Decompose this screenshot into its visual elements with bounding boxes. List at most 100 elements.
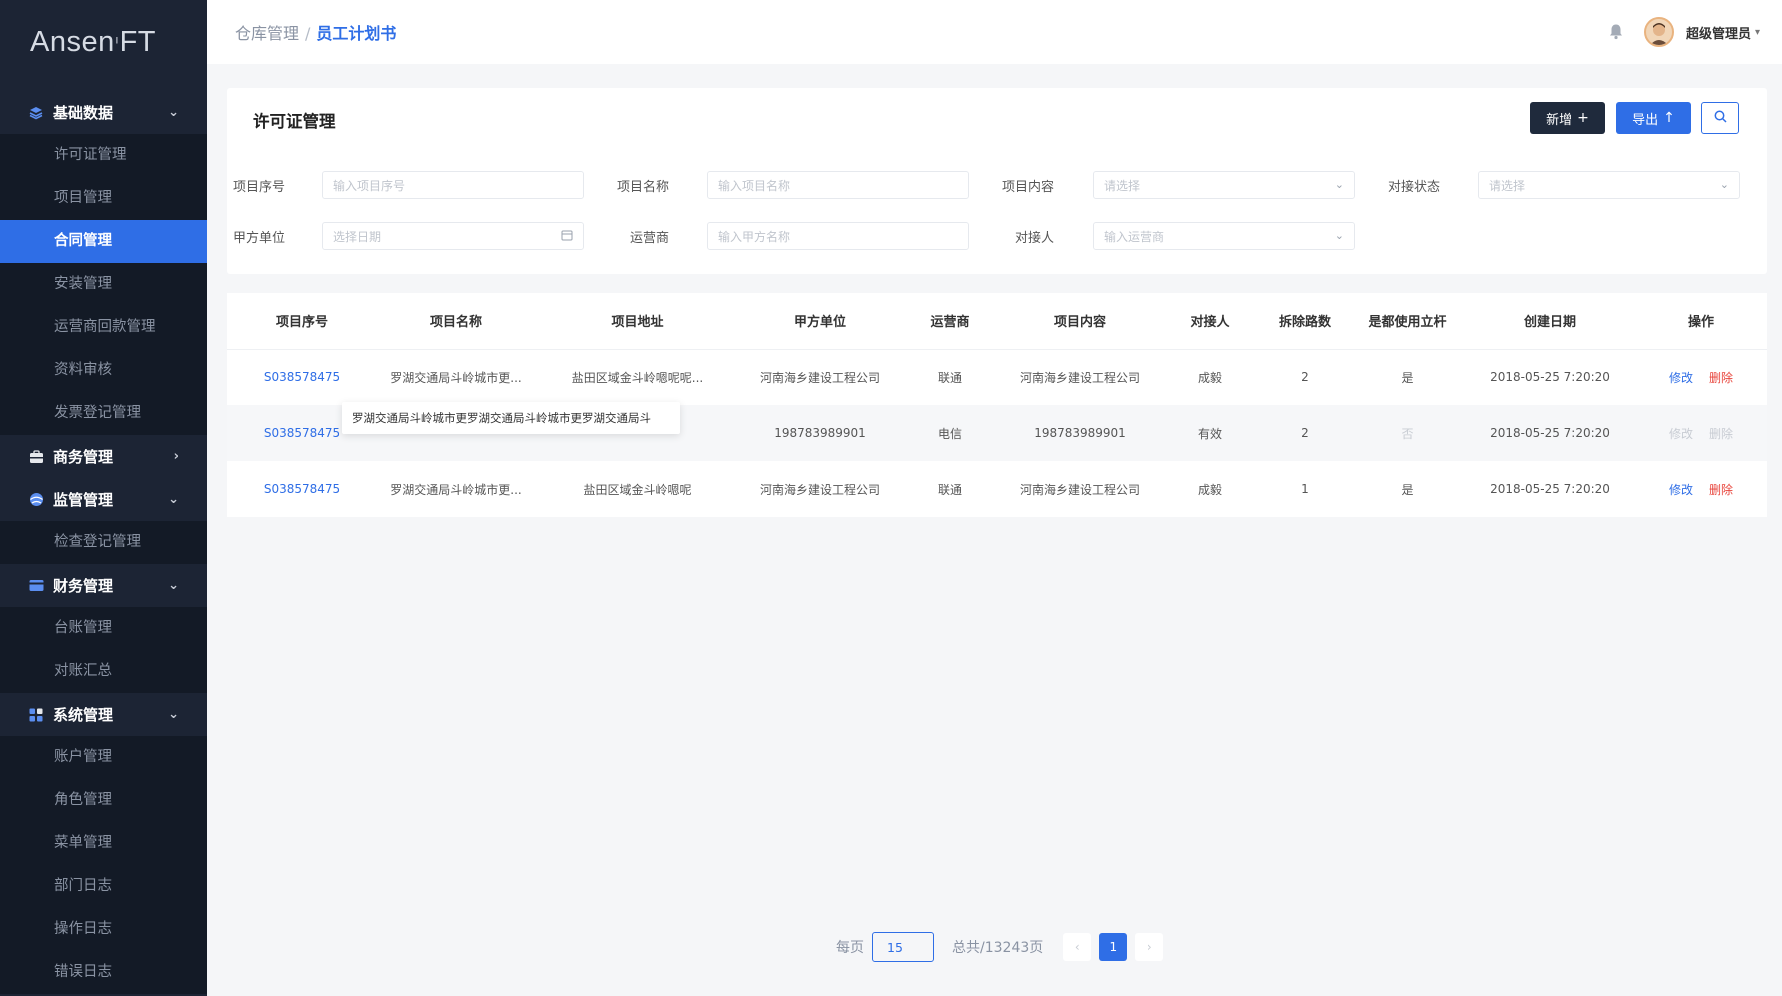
search-button[interactable] [1701, 102, 1739, 134]
layers-icon [28, 105, 44, 121]
cell-actions: 修改 删除 [1635, 405, 1767, 461]
operator-input[interactable]: 输入甲方名称 [707, 222, 969, 250]
nav-item-dept-log[interactable]: 部门日志 [0, 865, 207, 908]
subnav-basic-data: 许可证管理 项目管理 合同管理 安装管理 运营商回款管理 资料审核 发票登记管理 [0, 134, 207, 435]
col-header: 项目内容 [1000, 293, 1160, 350]
page-title: 许可证管理 [253, 112, 336, 131]
nav-item-reconcile[interactable]: 对账汇总 [0, 650, 207, 693]
table-row: S038578475 罗湖交通局斗岭城市更... 盐田区域金斗岭嗯呢呢... 河… [227, 349, 1767, 405]
nav-item-op-log[interactable]: 操作日志 [0, 908, 207, 951]
nav-item-menus[interactable]: 菜单管理 [0, 822, 207, 865]
per-page-input[interactable]: 15 [872, 932, 934, 962]
nav-item-contract[interactable]: 合同管理 [0, 220, 207, 263]
cell-operator: 联通 [937, 482, 962, 497]
chevron-left-icon: ‹ [1074, 940, 1080, 954]
cell-pole: 否 [1350, 405, 1465, 461]
connect-status-label: 对接状态 [1387, 180, 1440, 195]
breadcrumb-separator: / [305, 24, 311, 43]
add-button[interactable]: 新增 + [1530, 102, 1605, 134]
arrow-up-icon: ↑ [1663, 110, 1675, 126]
nav-item-ledger[interactable]: 台账管理 [0, 607, 207, 650]
cell-content: 198783989901 [1000, 405, 1160, 461]
project-no-input[interactable]: 输入项目序号 [322, 171, 584, 199]
export-button[interactable]: 导出 ↑ [1616, 102, 1691, 134]
cell-address: 盐田区域金斗岭嗯呢 [583, 482, 692, 497]
nav-item-accounts[interactable]: 账户管理 [0, 736, 207, 779]
nav-group-system[interactable]: 系统管理 ⌄ [0, 693, 207, 736]
col-header: 拆除路数 [1260, 293, 1350, 350]
nav-group-label: 基础数据 [53, 104, 114, 122]
project-content-select[interactable]: 请选择 ⌄ [1093, 171, 1355, 199]
table-header-row: 项目序号 项目名称 项目地址 甲方单位 运营商 项目内容 对接人 拆除路数 是都… [227, 293, 1767, 350]
logo: Ansen ᴵ FT [0, 0, 207, 84]
export-button-label: 导出 [1632, 112, 1659, 128]
delete-link[interactable]: 删除 [1709, 371, 1733, 385]
nav-group-finance[interactable]: 财务管理 ⌄ [0, 564, 207, 607]
cell-count: 1 [1301, 482, 1309, 496]
cell-project-name: 罗湖交通局斗岭城市更... [390, 482, 522, 497]
cell-content: 河南海乡建设工程公司 [1019, 370, 1140, 385]
nav-item-doc-review[interactable]: 资料审核 [0, 349, 207, 392]
nav-item-error-log[interactable]: 错误日志 [0, 951, 207, 994]
chevron-down-icon: ⌄ [168, 707, 179, 722]
caret-down-icon[interactable]: ▾ [1755, 27, 1760, 38]
cell-project-no[interactable]: S038578475 [227, 349, 377, 405]
edit-link[interactable]: 修改 [1669, 371, 1693, 385]
delete-link[interactable]: 删除 [1709, 483, 1733, 497]
avatar[interactable] [1643, 17, 1674, 47]
add-button-label: 新增 [1546, 112, 1573, 128]
nav-group-label: 商务管理 [53, 448, 114, 466]
subnav-finance: 台账管理 对账汇总 [0, 607, 207, 693]
bell-icon[interactable] [1608, 23, 1626, 41]
cell-party-a: 198783989901 [740, 405, 900, 461]
edit-link[interactable]: 修改 [1669, 427, 1693, 441]
cell-project-no[interactable]: S038578475 [227, 461, 377, 517]
nav-item-inspection[interactable]: 检查登记管理 [0, 521, 207, 564]
edit-link[interactable]: 修改 [1669, 483, 1693, 497]
chevron-right-icon: › [1146, 940, 1152, 954]
nav-group-business[interactable]: 商务管理 › [0, 435, 207, 478]
col-header: 操作 [1635, 293, 1767, 350]
cell-date: 2018-05-25 7:20:20 [1465, 405, 1635, 461]
nav-group-label: 系统管理 [53, 706, 114, 724]
cell-operator: 联通 [937, 370, 962, 385]
nav-item-roles[interactable]: 角色管理 [0, 779, 207, 822]
contact-select[interactable]: 输入运营商 ⌄ [1093, 222, 1355, 250]
connect-status-select[interactable]: 请选择 ⌄ [1478, 171, 1740, 199]
cell-date: 2018-05-25 7:20:20 [1490, 482, 1610, 496]
briefcase-icon [28, 449, 44, 465]
cell-pole: 是 [1401, 482, 1414, 497]
nav-item-operator-payment[interactable]: 运营商回款管理 [0, 306, 207, 349]
cell-party-a: 河南海乡建设工程公司 [759, 482, 880, 497]
nav-item-invoice[interactable]: 发票登记管理 [0, 392, 207, 435]
top-header: 仓库管理 / 员工计划书 超级管理员 ▾ [207, 0, 1782, 64]
user-name[interactable]: 超级管理员 [1686, 23, 1751, 42]
party-a-date-input[interactable]: 选择日期 [322, 222, 584, 250]
breadcrumb: 仓库管理 / 员工计划书 [235, 20, 396, 44]
prev-page-button[interactable]: ‹ [1063, 933, 1092, 961]
subnav-system: 账户管理 角色管理 菜单管理 部门日志 操作日志 错误日志 [0, 736, 207, 994]
chevron-right-icon: › [173, 449, 179, 464]
nav-group-supervision[interactable]: 监管管理 ⌄ [0, 478, 207, 521]
cell-project-name: 罗湖交通局斗岭城市更... [390, 370, 522, 385]
chevron-down-icon: ⌄ [168, 492, 179, 507]
col-header: 项目序号 [227, 293, 377, 350]
logo-text: Ansen [30, 25, 115, 58]
chevron-down-icon: ⌄ [1719, 178, 1729, 191]
cell-operator: 电信 [900, 405, 1000, 461]
card-icon [28, 578, 44, 594]
logo-suffix: FT [119, 25, 157, 58]
next-page-button[interactable]: › [1135, 933, 1164, 961]
cell-tooltip: 罗湖交通局斗岭城市更罗湖交通局斗岭城市更罗湖交通局斗 [342, 402, 680, 434]
delete-link[interactable]: 删除 [1709, 427, 1733, 441]
nav-group-basic-data[interactable]: 基础数据 ⌄ [0, 91, 207, 134]
project-content-label: 项目内容 [1001, 180, 1054, 195]
breadcrumb-parent[interactable]: 仓库管理 [235, 24, 299, 43]
cell-content: 河南海乡建设工程公司 [1019, 482, 1140, 497]
nav-item-license[interactable]: 许可证管理 [0, 134, 207, 177]
nav-menu: 基础数据 ⌄ 许可证管理 项目管理 合同管理 安装管理 运营商回款管理 资料审核… [0, 91, 207, 994]
page-button-current[interactable]: 1 [1099, 933, 1128, 961]
nav-item-project[interactable]: 项目管理 [0, 177, 207, 220]
nav-item-install[interactable]: 安装管理 [0, 263, 207, 306]
project-name-input[interactable]: 输入项目名称 [707, 171, 969, 199]
